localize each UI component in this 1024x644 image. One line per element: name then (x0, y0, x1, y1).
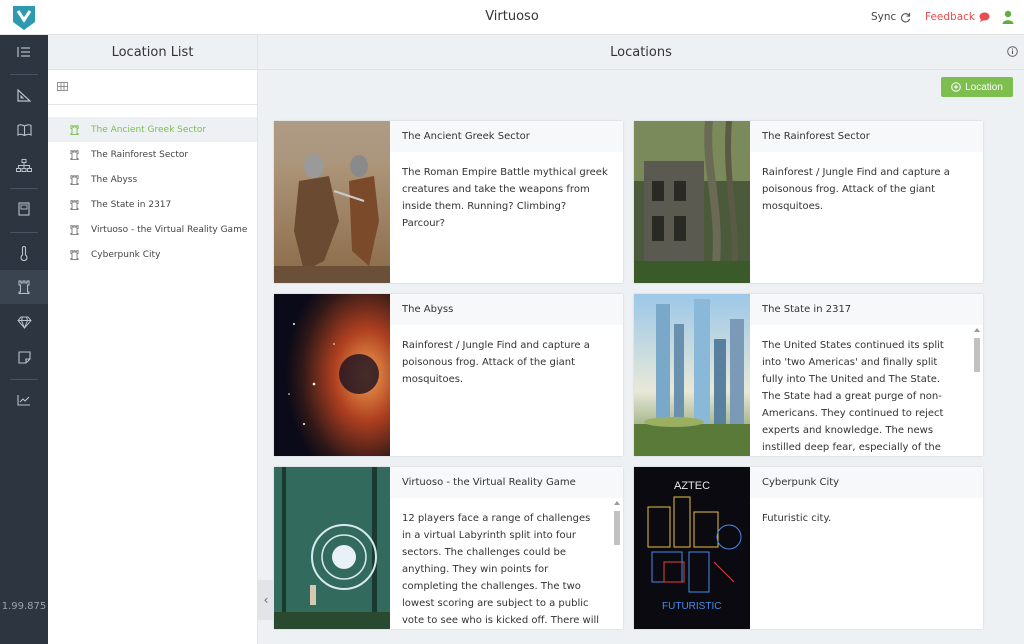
rail-item-notebook[interactable] (0, 192, 48, 226)
rail-item-book[interactable] (0, 113, 48, 147)
tower-icon (70, 199, 79, 210)
location-card[interactable]: The State in 2317 The United States cont… (634, 294, 983, 456)
add-location-label: Location (965, 81, 1003, 93)
card-title: Cyberpunk City (750, 467, 983, 498)
collapse-panel-handle[interactable]: ‹ (258, 580, 274, 620)
list-item-label: Cyberpunk City (91, 249, 161, 260)
image-text-aztec: AZTEC (674, 480, 710, 492)
rail-item-rules[interactable] (0, 78, 48, 112)
list-item[interactable]: Cyberpunk City (48, 242, 257, 267)
book-icon (16, 124, 32, 136)
rail-item-statistics[interactable] (0, 383, 48, 417)
refresh-icon (901, 12, 911, 22)
card-scrollbar[interactable] (613, 501, 621, 625)
chat-bubble-icon (979, 12, 990, 22)
card-title: The Abyss (390, 294, 623, 325)
tower-icon (70, 249, 79, 260)
card-title: The Ancient Greek Sector (390, 121, 623, 152)
hierarchy-icon (16, 158, 32, 172)
location-card[interactable]: The Abyss Rainforest / Jungle Find and c… (274, 294, 623, 456)
list-item[interactable]: The Abyss (48, 167, 257, 192)
card-image (274, 294, 390, 456)
location-list-panel: Location List The Ancient Greek Sector T… (48, 35, 258, 644)
tower-icon (70, 124, 79, 135)
card-image: AZTEC FUTURISTIC (634, 467, 750, 629)
sync-button[interactable]: Sync (871, 11, 911, 23)
list-item-label: The State in 2317 (91, 199, 172, 210)
card-description: The Roman Empire Battle mythical greek c… (402, 167, 608, 229)
feedback-button[interactable]: Feedback (925, 11, 990, 23)
card-title: The Rainforest Sector (750, 121, 983, 152)
add-location-button[interactable]: Location (941, 77, 1013, 97)
rail-item-items[interactable] (0, 305, 48, 339)
version-label: 1.99.875 (1, 601, 47, 612)
list-item-label: The Ancient Greek Sector (91, 124, 207, 135)
locations-toolbar: Location (258, 70, 1024, 105)
card-scrollbar[interactable] (973, 328, 981, 452)
locations-heading-bar: Locations (258, 35, 1024, 70)
tower-icon (70, 224, 79, 235)
rail-item-locations[interactable] (0, 270, 48, 304)
location-card[interactable]: AZTEC FUTURISTIC Cyberpunk City Futurist… (634, 467, 983, 629)
list-item-label: The Rainforest Sector (91, 149, 189, 160)
location-card[interactable]: Virtuoso - the Virtual Reality Game 12 p… (274, 467, 623, 629)
note-icon (17, 350, 31, 364)
rail-item-notes[interactable] (0, 340, 48, 374)
list-item[interactable]: The Rainforest Sector (48, 142, 257, 167)
info-icon[interactable] (1007, 46, 1018, 57)
locations-panel: Locations Location The Ancient Greek Sec… (258, 35, 1024, 644)
rail-item-structure[interactable] (0, 148, 48, 182)
list-item-label: The Abyss (91, 174, 138, 185)
list-icon (17, 47, 30, 57)
card-description: Rainforest / Jungle Find and capture a p… (402, 340, 590, 385)
list-item[interactable]: The State in 2317 (48, 192, 257, 217)
notebook-icon (18, 202, 30, 216)
chevron-left-icon: ‹ (263, 593, 269, 607)
location-list-heading: Location List (48, 35, 257, 70)
diamond-icon (16, 316, 32, 329)
tower-icon (70, 174, 79, 185)
list-item[interactable]: Virtuoso - the Virtual Reality Game (48, 217, 257, 242)
location-list-toolbar (48, 70, 257, 105)
top-bar: Virtuoso Sync Feedback (0, 0, 1024, 35)
card-image (274, 121, 390, 283)
card-description: Futuristic city. (762, 513, 832, 524)
card-image (634, 294, 750, 456)
card-title: Virtuoso - the Virtual Reality Game (390, 467, 623, 498)
navigation-rail: 1.99.875 (0, 35, 48, 644)
tower-icon (70, 149, 79, 160)
card-image (634, 121, 750, 283)
chart-icon (17, 395, 30, 406)
feedback-label: Feedback (925, 11, 976, 23)
image-text-futuristic: FUTURISTIC (662, 601, 721, 612)
list-item[interactable]: The Ancient Greek Sector (48, 117, 257, 142)
rail-item-characters[interactable] (0, 236, 48, 270)
location-card[interactable]: The Rainforest Sector Rainforest / Jungl… (634, 121, 983, 283)
card-description: Rainforest / Jungle Find and capture a p… (762, 167, 950, 212)
list-item-label: Virtuoso - the Virtual Reality Game (91, 224, 248, 235)
location-card[interactable]: The Ancient Greek Sector The Roman Empir… (274, 121, 623, 283)
thermometer-icon (20, 245, 28, 261)
card-description: 12 players face a range of challenges in… (402, 513, 600, 626)
locations-heading: Locations (610, 44, 672, 60)
plus-circle-icon (951, 82, 961, 92)
location-list: The Ancient Greek Sector The Rainforest … (48, 105, 257, 267)
card-description: The United States continued its split in… (762, 340, 944, 453)
ruler-triangle-icon (17, 88, 31, 102)
card-image (274, 467, 390, 629)
grid-view-icon[interactable] (57, 82, 68, 91)
user-icon[interactable] (1002, 10, 1014, 24)
card-title: The State in 2317 (750, 294, 983, 325)
rail-item-list[interactable] (0, 35, 48, 69)
tower-icon (18, 280, 30, 294)
sync-label: Sync (871, 11, 897, 23)
